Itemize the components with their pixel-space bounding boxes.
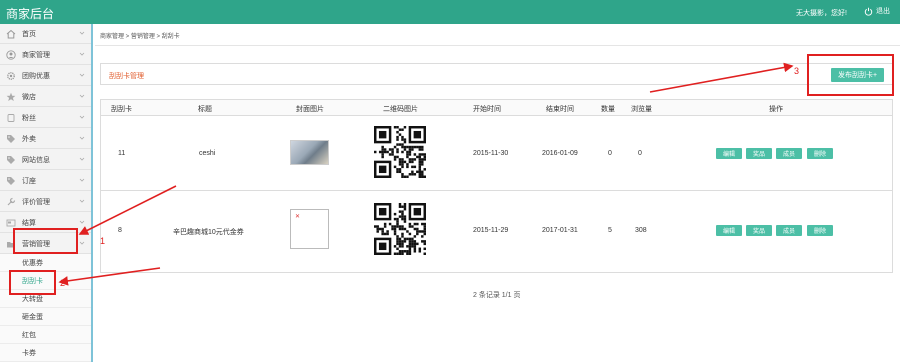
edit-button[interactable]: 编辑	[716, 148, 742, 159]
column-header: 刮刮卡	[111, 106, 132, 113]
cell-end: 2017-01-31	[542, 227, 578, 234]
sidebar-item-label: 外卖	[22, 135, 36, 143]
members-button[interactable]: 成员	[776, 148, 802, 159]
sidebar-subitem-cardvoucher[interactable]: 卡券	[0, 344, 91, 362]
breadcrumb: 商家管理 > 营销管理 > 刮刮卡	[100, 34, 180, 40]
column-header: 标题	[198, 106, 212, 113]
sidebar-item-label: 团购优惠	[22, 72, 50, 80]
fan-icon	[7, 113, 15, 122]
cell-id: 8	[118, 227, 122, 234]
cell-title: ceshi	[199, 150, 216, 157]
sidebar-item-label: 结算	[22, 219, 36, 227]
logout-label: 退出	[876, 8, 890, 15]
chevron-down-icon	[79, 199, 85, 203]
highlight-box-marketing	[13, 228, 78, 254]
wrench-icon	[7, 197, 16, 205]
table-row: 11 ceshi 2015-11-30 2016-01-09 0 0 编辑 奖品…	[101, 116, 892, 191]
qr-code-image	[374, 126, 426, 178]
tag-icon	[7, 134, 15, 143]
chevron-down-icon	[79, 52, 85, 56]
cell-qty: 0	[608, 150, 612, 157]
cell-start: 2015-11-30	[473, 150, 509, 157]
table-header: 刮刮卡 标题 封面图片 二维码图片 开始时间 结束时间 数量 浏览量 操作	[101, 100, 892, 116]
delete-button[interactable]: 删除	[807, 148, 833, 159]
chevron-down-icon	[79, 73, 85, 77]
chevron-down-icon	[79, 31, 85, 35]
sidebar-item-label: 首页	[22, 30, 36, 38]
chevron-down-icon	[79, 157, 85, 161]
tag-icon	[7, 155, 15, 164]
chevron-down-icon	[79, 241, 85, 245]
sidebar-item-reservation[interactable]: 订座	[0, 171, 91, 191]
sidebar-item-takeout[interactable]: 外卖	[0, 129, 91, 149]
chevron-down-icon	[79, 220, 85, 224]
qr-code-image	[374, 203, 426, 255]
logout-link[interactable]: 退出	[864, 6, 890, 16]
sidebar-item-label: 订座	[22, 177, 36, 185]
scratchcard-table: 刮刮卡 标题 封面图片 二维码图片 开始时间 结束时间 数量 浏览量 操作 11…	[100, 99, 893, 273]
sidebar-subitem-goldegg[interactable]: 砸金蛋	[0, 308, 91, 326]
chevron-down-icon	[79, 178, 85, 182]
sidebar-item-groupbuy[interactable]: 团购优惠	[0, 66, 91, 86]
sidebar-item-label: 商家管理	[22, 51, 50, 59]
column-header: 数量	[601, 106, 615, 113]
column-header: 浏览量	[631, 106, 652, 113]
sidebar-item-siteinfo[interactable]: 网站信息	[0, 150, 91, 170]
delete-button[interactable]: 删除	[807, 225, 833, 236]
panel-title: 刮刮卡管理	[109, 73, 144, 80]
divider	[95, 45, 900, 46]
annotation-number-3: 3	[794, 66, 800, 76]
highlight-box-publish	[807, 54, 894, 96]
cell-views: 0	[638, 150, 642, 157]
home-icon	[6, 29, 16, 38]
chevron-down-icon	[79, 94, 85, 98]
cell-title: 辛巴趣商城10元代金券	[173, 229, 244, 236]
pagination-info: 2 条记录 1/1 页	[473, 292, 521, 299]
annotation-number-1: 1	[100, 236, 106, 246]
tag-icon	[7, 176, 15, 185]
prize-button[interactable]: 奖品	[746, 225, 772, 236]
sidebar-item-label: 粉丝	[22, 114, 36, 122]
cell-id: 11	[118, 150, 126, 157]
column-header: 封面图片	[296, 106, 324, 113]
broken-image-icon: ✕	[290, 209, 329, 249]
cell-qty: 5	[608, 227, 612, 234]
cell-end: 2016-01-09	[542, 150, 578, 157]
column-header: 操作	[769, 106, 783, 113]
cell-start: 2015-11-29	[473, 227, 509, 234]
power-icon	[864, 7, 873, 16]
panel-header: 刮刮卡管理	[100, 63, 893, 85]
sidebar-item-label: 评价管理	[22, 198, 50, 206]
annotation-number-2: 2	[60, 278, 66, 288]
sidebar-item-reviews[interactable]: 评价管理	[0, 192, 91, 212]
sidebar-item-merchant[interactable]: 商家管理	[0, 45, 91, 65]
cell-views: 308	[635, 227, 647, 234]
sidebar-item-label: 微店	[22, 93, 36, 101]
sidebar-item-home[interactable]: 首页	[0, 24, 91, 44]
sidebar-item-fans[interactable]: 粉丝	[0, 108, 91, 128]
user-greeting: 无大摄影，您好!	[796, 10, 847, 17]
sidebar-item-microshop[interactable]: 微店	[0, 87, 91, 107]
edit-button[interactable]: 编辑	[716, 225, 742, 236]
top-bar: 商家后台 无大摄影，您好! 退出	[0, 0, 900, 24]
members-button[interactable]: 成员	[776, 225, 802, 236]
star-icon	[6, 92, 16, 101]
chevron-down-icon	[79, 115, 85, 119]
prize-button[interactable]: 奖品	[746, 148, 772, 159]
table-row: 8 辛巴趣商城10元代金券 ✕ 2015-11-29 2017-01-31 5 …	[101, 191, 892, 273]
highlight-box-scratchcard	[9, 270, 56, 295]
column-header: 结束时间	[546, 106, 574, 113]
brand-title: 商家后台	[6, 7, 55, 21]
chevron-down-icon	[79, 136, 85, 140]
gear-icon	[7, 71, 15, 80]
sidebar-item-label: 网站信息	[22, 156, 50, 164]
column-header: 开始时间	[473, 106, 501, 113]
sidebar-subitem-redpacket[interactable]: 红包	[0, 326, 91, 344]
user-circle-icon	[6, 49, 16, 60]
column-header: 二维码图片	[383, 106, 418, 113]
card-icon	[6, 219, 16, 226]
cover-image	[290, 140, 329, 165]
